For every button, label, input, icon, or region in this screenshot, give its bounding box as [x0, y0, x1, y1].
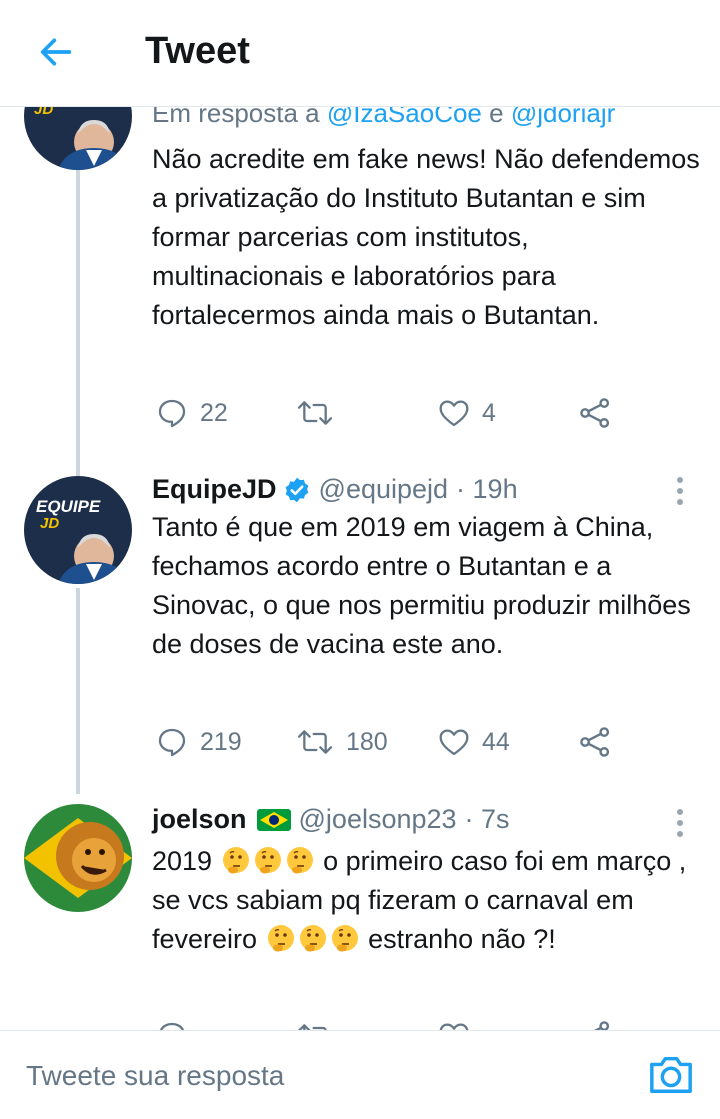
tweet-time: · 19h: [456, 474, 518, 504]
share-icon: [580, 727, 610, 757]
like-icon: [439, 1023, 469, 1030]
reply-count: 22: [200, 398, 228, 427]
tweet-text: Não acredite em fake news! Não defendemo…: [152, 144, 700, 330]
tweet-text-part: estranho não ?!: [368, 924, 556, 954]
tweet-header: EquipeJD @equipejd · 19h: [152, 474, 518, 505]
camera-icon: [650, 1056, 692, 1093]
reply-count: 219: [200, 727, 242, 756]
like-count: 44: [482, 727, 510, 756]
thinking-face-emoji: [331, 925, 358, 952]
retweet-button[interactable]: [296, 1016, 334, 1030]
thinking-face-emoji: [299, 925, 326, 952]
share-button[interactable]: [578, 393, 612, 433]
display-name[interactable]: EquipeJD: [152, 474, 277, 505]
like-button[interactable]: [438, 1016, 470, 1030]
display-name[interactable]: joelson: [152, 804, 247, 835]
thinking-face-emoji: [267, 925, 294, 952]
like-count: 4: [482, 398, 496, 427]
avatar-equipejd[interactable]: EQUIPE JD: [24, 476, 132, 584]
retweet-button[interactable]: [296, 393, 346, 433]
tweet-actions: 22 4: [152, 393, 632, 433]
reply-icon: [158, 399, 186, 428]
reply-button[interactable]: 22: [156, 393, 228, 433]
avatar-joelson[interactable]: [24, 804, 132, 912]
like-icon: [439, 400, 469, 427]
back-arrow-icon: [40, 38, 72, 66]
verified-badge-icon: [285, 477, 308, 502]
user-handle[interactable]: @equipejd: [319, 474, 449, 505]
retweet-button[interactable]: 180: [296, 722, 388, 762]
share-icon: [580, 398, 610, 428]
thread-line: [76, 588, 80, 794]
reply-button[interactable]: 219: [156, 722, 242, 762]
thread-line: [76, 150, 80, 480]
retweet-count: 180: [346, 727, 388, 756]
tweet-time: · 7s: [464, 804, 510, 834]
reply-composer: [0, 1030, 720, 1119]
tweet-actions: 219 180 44: [152, 722, 632, 762]
share-button[interactable]: [578, 1016, 612, 1030]
like-button[interactable]: 44: [438, 722, 510, 762]
like-button[interactable]: 4: [438, 393, 496, 433]
brazil-flag-icon: [256, 808, 291, 831]
reply-icon: [159, 1022, 185, 1030]
tweet-text-part: 2019: [152, 846, 213, 876]
tweet-header: joelson @joelsonp23 · 7s: [152, 804, 510, 835]
more-icon[interactable]: [670, 474, 690, 510]
tweet-thread: JD Em resposta a @IzaSaoCoe e @jdoriajr …: [0, 0, 720, 1030]
svg-text:EQUIPE: EQUIPE: [36, 497, 101, 516]
retweet-icon: [297, 730, 333, 754]
reply-button[interactable]: [156, 1016, 188, 1030]
top-app-bar: Tweet: [0, 0, 720, 107]
share-button[interactable]: [578, 722, 612, 762]
back-button[interactable]: [36, 32, 76, 72]
user-handle[interactable]: @joelsonp23: [299, 804, 457, 835]
tweet-text: 2019 o primeiro caso foi em março , se v…: [152, 842, 704, 959]
page-title: Tweet: [145, 30, 250, 72]
camera-button[interactable]: [646, 1051, 696, 1097]
retweet-icon: [297, 401, 333, 425]
thinking-face-emoji: [254, 847, 281, 874]
tweet-actions-partial: [152, 1016, 632, 1030]
share-icon: [594, 1021, 610, 1030]
tweet-text: Tanto é que em 2019 em viagem à China, f…: [152, 512, 691, 659]
thinking-face-emoji: [222, 847, 249, 874]
like-icon: [439, 729, 469, 756]
reply-input[interactable]: [24, 1053, 608, 1099]
reply-icon: [158, 728, 186, 757]
thinking-face-emoji: [286, 847, 313, 874]
retweet-icon: [298, 1024, 327, 1030]
more-icon[interactable]: [670, 806, 690, 842]
svg-text:JD: JD: [40, 515, 59, 532]
